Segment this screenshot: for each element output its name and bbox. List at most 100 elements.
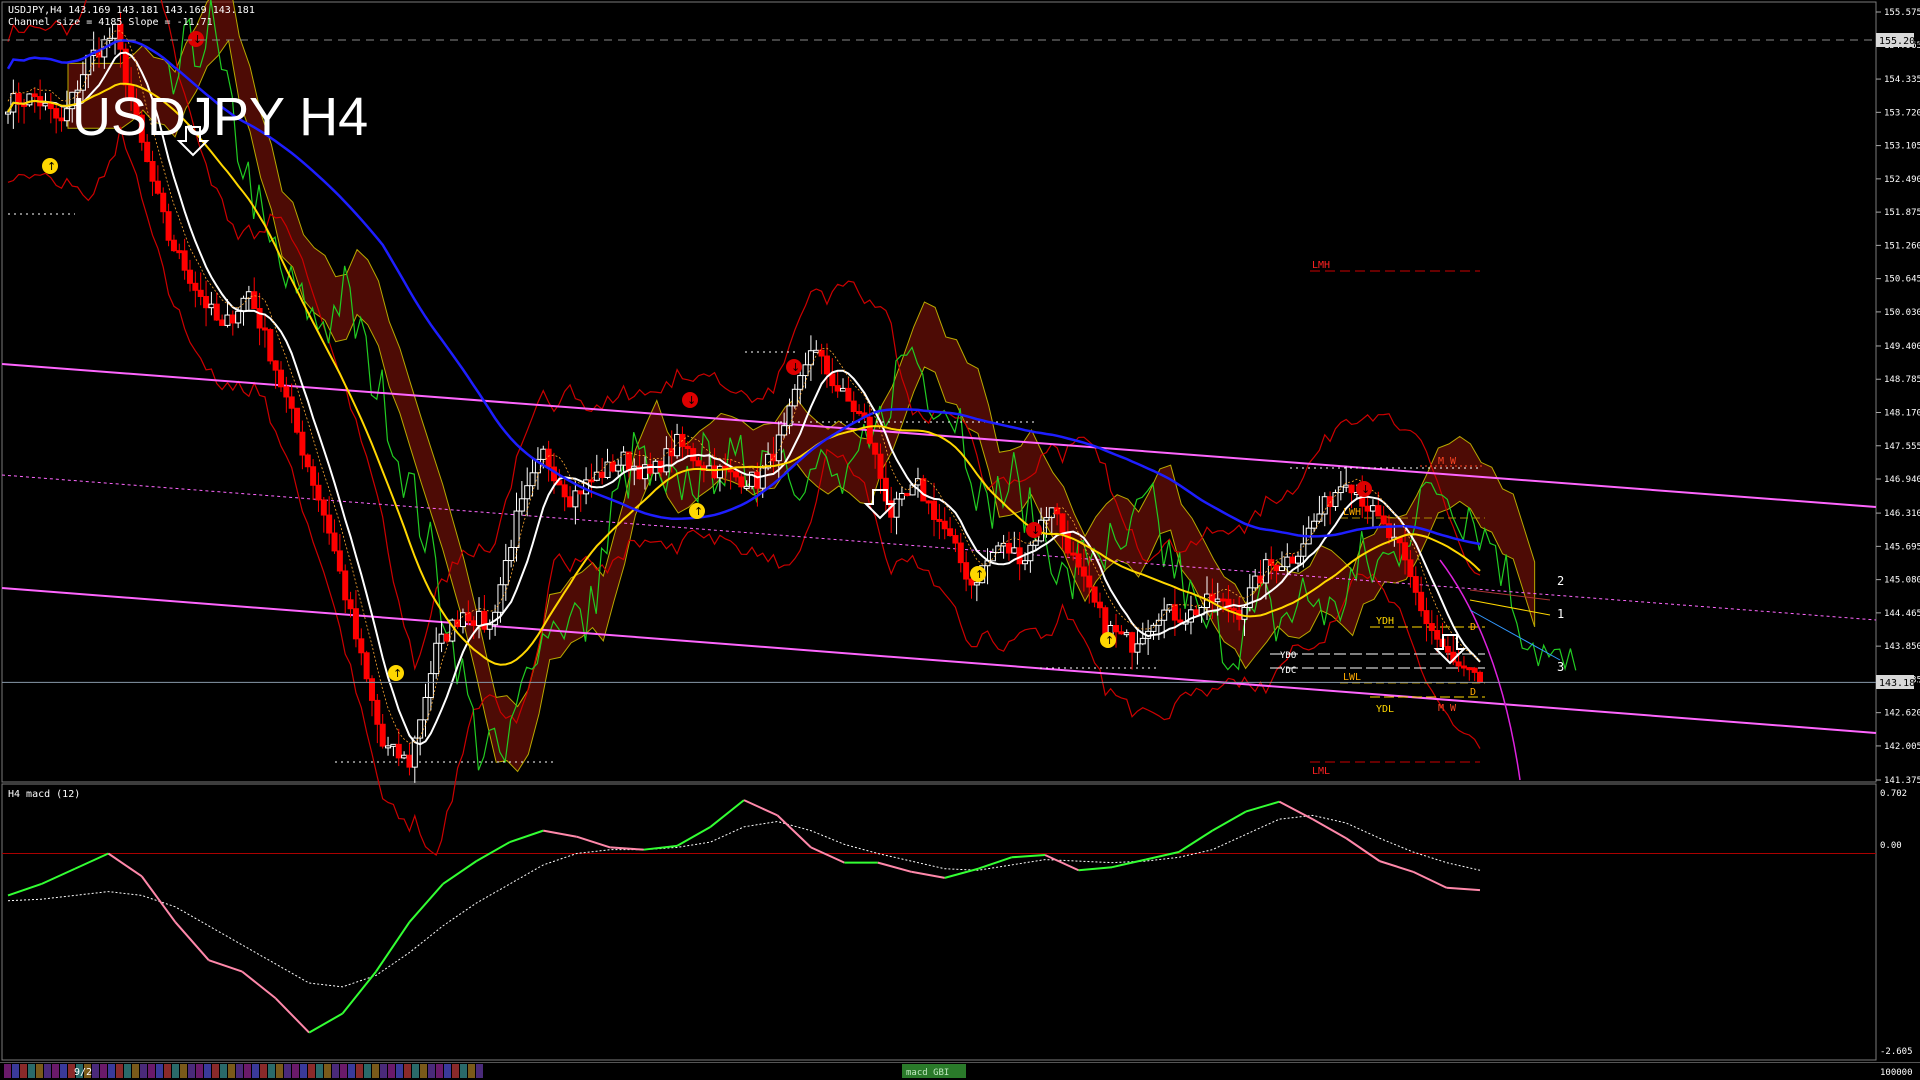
status-stripe: [316, 1064, 323, 1078]
candle-body: [829, 373, 836, 387]
candle-body: [1059, 513, 1066, 533]
candle-body: [245, 291, 252, 299]
price-axis-label: 143.850: [1884, 642, 1920, 652]
candle-body: [320, 499, 327, 516]
chart-canvas: ↑↑↑↑↑↓↓↓↓↓ 155.575154.965154.335153.7201…: [0, 0, 1920, 1078]
candle-body: [936, 518, 943, 522]
price-axis-label: 142.620: [1884, 709, 1920, 719]
price-axis-label: 148.170: [1884, 408, 1920, 418]
regression-channel: [1, 363, 1877, 781]
macd-segment: [1446, 886, 1481, 892]
candle-body: [181, 250, 188, 271]
candle-body: [786, 405, 793, 427]
price-axis-label: 151.875: [1884, 208, 1920, 218]
status-divider: [0, 1062, 1920, 1063]
price-axis-label: 152.490: [1884, 175, 1920, 185]
macd-segment: [341, 970, 377, 1015]
status-right-value: 100000: [1880, 1068, 1913, 1078]
macd-segment: [509, 829, 544, 844]
macd-segment: [676, 825, 712, 847]
status-stripe: [4, 1064, 11, 1078]
candle-body: [1412, 576, 1419, 593]
chart-title: USDJPY H4: [72, 87, 368, 147]
lml-label: LML: [1312, 766, 1330, 777]
candle-body: [1080, 566, 1087, 577]
candle-body: [1423, 610, 1430, 625]
candle-body: [1364, 505, 1371, 512]
candle-body: [379, 723, 386, 747]
candle-body: [454, 619, 461, 628]
status-stripe: [428, 1064, 435, 1078]
candle-body: [1321, 496, 1328, 515]
status-stripe: [100, 1064, 107, 1078]
candle-body: [1460, 665, 1467, 669]
candle-body: [1086, 575, 1093, 588]
channel-info-line: Channel size = 4185 Slope = -11.71: [8, 17, 213, 28]
candle-body: [176, 250, 183, 254]
status-stripe: [268, 1064, 275, 1078]
candle-body: [1444, 645, 1451, 653]
candle-body: [807, 350, 814, 366]
status-stripe: [284, 1064, 291, 1078]
candle-body: [1134, 643, 1141, 653]
candle-body: [1273, 564, 1280, 572]
status-stripe: [108, 1064, 115, 1078]
status-stripe: [436, 1064, 443, 1078]
macd-segment: [911, 870, 945, 879]
candle-body: [759, 467, 766, 489]
candle-body: [791, 388, 798, 407]
candle-body: [1214, 598, 1221, 603]
candle-body: [1252, 575, 1259, 589]
macd-segment: [743, 799, 778, 817]
price-axis-label: 150.645: [1884, 275, 1920, 285]
price-axis-label: 153.105: [1884, 142, 1920, 152]
candle-body: [529, 472, 536, 487]
macd-segment: [7, 883, 42, 897]
candle-body: [872, 442, 879, 455]
mw-top-label: M W: [1438, 456, 1457, 467]
signal-glyph: ↓: [791, 361, 800, 374]
status-stripe: [244, 1064, 251, 1078]
candle-body: [149, 161, 156, 182]
candle-body: [1289, 556, 1296, 564]
status-stripe: [132, 1064, 139, 1078]
price-axis-label: 150.030: [1884, 308, 1920, 318]
candle-body: [738, 476, 745, 488]
macd-segment: [442, 860, 477, 885]
candle-body: [540, 448, 547, 460]
signal-glyph: ↑: [694, 505, 703, 518]
macd-segment: [977, 856, 1012, 870]
channel-mid-line: [1, 474, 1877, 621]
candle-body: [524, 485, 531, 500]
status-stripe: [308, 1064, 315, 1078]
price-axis-label: 153.720: [1884, 108, 1920, 118]
candle-body: [609, 461, 616, 472]
candle-body: [1434, 630, 1441, 640]
status-stripe: [260, 1064, 267, 1078]
candle-body: [470, 620, 477, 626]
status-stripe: [92, 1064, 99, 1078]
candle-body: [1369, 505, 1376, 512]
channel-label-2: 2: [1557, 574, 1564, 588]
d-top-label: D: [1470, 622, 1476, 633]
macd-segment: [1111, 858, 1146, 869]
candle-body: [947, 528, 954, 537]
candle-body: [42, 102, 49, 107]
candle-body: [1348, 484, 1355, 494]
candle-body: [850, 400, 857, 413]
price-axis-label: 145.080: [1884, 576, 1920, 586]
status-stripe: [236, 1064, 243, 1078]
macd-segment: [1011, 854, 1046, 859]
price-axis-label: 144.465: [1884, 609, 1920, 619]
status-stripe: [228, 1064, 235, 1078]
macd-segment: [944, 867, 979, 879]
candle-body: [390, 743, 397, 747]
macd-segment: [74, 852, 109, 870]
macd-segment: [1178, 829, 1213, 853]
candle-body: [1278, 566, 1285, 572]
candle-body: [1011, 547, 1018, 554]
status-stripe: [28, 1064, 35, 1078]
candle-body: [1005, 542, 1012, 554]
candle-body: [813, 349, 820, 353]
candle-body: [235, 310, 242, 324]
